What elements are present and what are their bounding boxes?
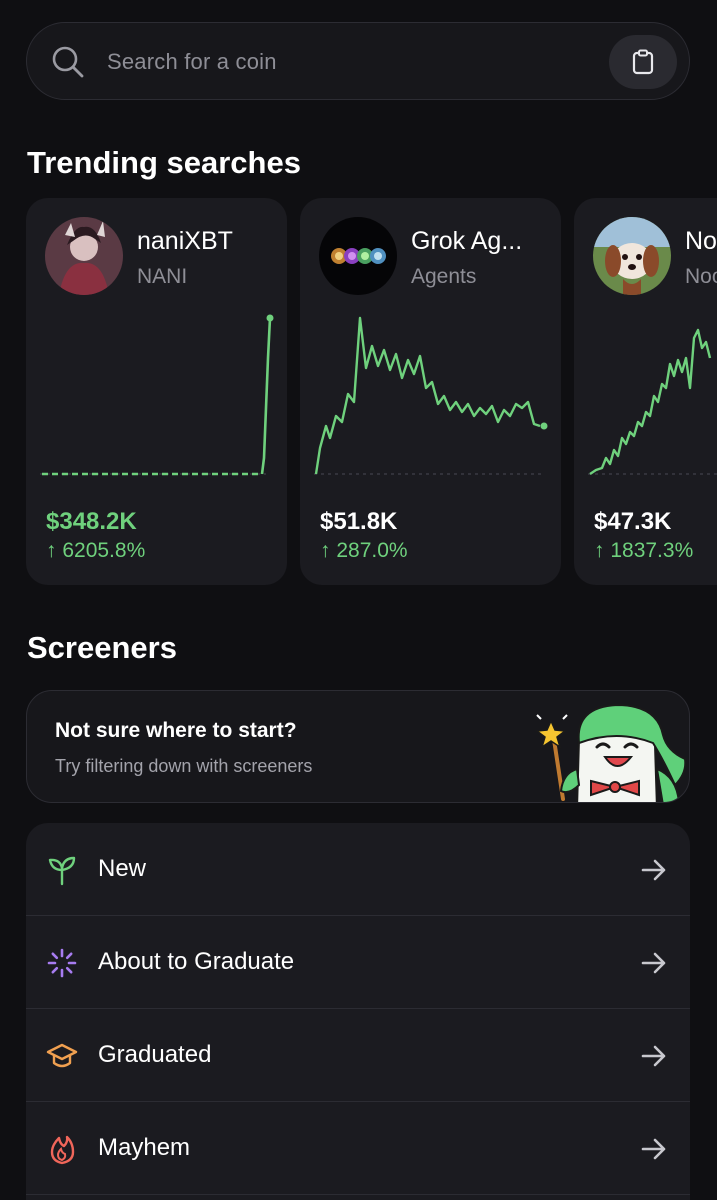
trending-carousel[interactable]: naniXBT NANI $348.2K ↑ 6205.8% Grok Ag..… — [26, 198, 717, 586]
flame-icon — [50, 1135, 75, 1165]
screener-list: New About to Graduate Graduated Mayhem — [26, 823, 690, 1200]
trending-card[interactable]: naniXBT NANI $348.2K ↑ 6205.8% — [26, 198, 287, 585]
screener-item-new[interactable]: New — [26, 823, 690, 916]
banner-title: Not sure where to start? — [55, 719, 297, 742]
price-change: ↑ 287.0% — [320, 539, 408, 562]
screener-item-mayhem[interactable]: Mayhem — [26, 1102, 690, 1195]
screeners-title: Screeners — [27, 630, 177, 665]
coin-ticker: Noo — [685, 265, 717, 288]
mascot-wizard-illustration — [535, 703, 687, 802]
sparkline-chart — [40, 314, 274, 476]
trending-card[interactable]: Grok Ag... Agents $51.8K ↑ 287.0% — [300, 198, 561, 585]
coin-name: Grok Ag... — [411, 227, 523, 255]
market-cap: $51.8K — [320, 508, 398, 535]
arrow-right-icon — [641, 1138, 666, 1160]
market-cap: $47.3K — [594, 508, 672, 535]
search-bar[interactable]: Search for a coin — [26, 22, 690, 100]
screener-label: Mayhem — [98, 1134, 191, 1161]
arrow-right-icon — [641, 952, 666, 974]
banner-subtitle: Try filtering down with screeners — [55, 756, 313, 776]
arrow-right-icon — [641, 1045, 666, 1067]
loader-icon — [47, 948, 77, 978]
screener-label: New — [98, 855, 147, 882]
search-input[interactable]: Search for a coin — [107, 49, 277, 75]
coin-name: naniXBT — [137, 227, 233, 255]
graduation-cap-icon — [46, 1043, 78, 1068]
search-icon — [52, 46, 84, 78]
price-change: ↑ 6205.8% — [46, 539, 146, 562]
orbs-avatar — [319, 217, 397, 295]
sprout-icon — [48, 856, 76, 886]
coin-ticker: NANI — [137, 265, 188, 288]
screener-label: Graduated — [98, 1041, 212, 1068]
anime-girl-avatar — [45, 217, 123, 295]
market-cap: $348.2K — [46, 508, 137, 535]
screener-label: About to Graduate — [98, 948, 295, 975]
trending-card[interactable]: Noo Noo $47.3K ↑ 1837.3% — [574, 198, 717, 585]
sparkline-chart — [314, 316, 548, 475]
sparkline-chart — [588, 328, 717, 475]
screeners-banner[interactable]: Not sure where to start? Try filtering d… — [26, 690, 690, 803]
coin-name: Noo — [685, 227, 717, 255]
screener-item-about-to-graduate[interactable]: About to Graduate — [26, 916, 690, 1009]
clipboard-icon — [632, 49, 654, 75]
dog-avatar — [593, 217, 671, 295]
coin-ticker: Agents — [411, 265, 477, 288]
paste-button[interactable] — [609, 35, 677, 89]
price-change: ↑ 1837.3% — [594, 539, 694, 562]
screener-item-graduated[interactable]: Graduated — [26, 1009, 690, 1102]
trending-title: Trending searches — [27, 145, 301, 180]
arrow-right-icon — [641, 859, 666, 881]
